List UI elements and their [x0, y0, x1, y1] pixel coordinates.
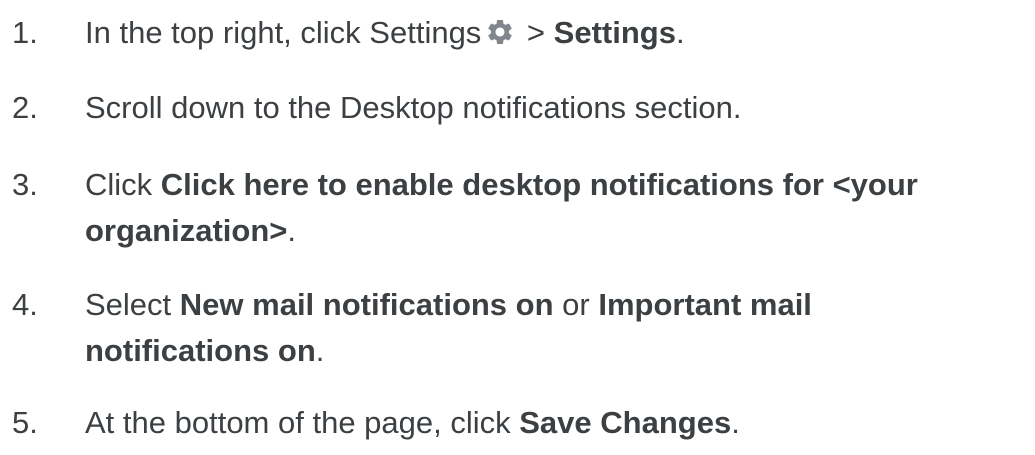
step-text-part: In the top right, click Settings: [85, 15, 482, 50]
enable-notifications-label-cont: organization>: [85, 213, 288, 248]
step-line: Select New mail notifications on or Impo…: [85, 282, 1035, 328]
settings-label: Settings: [553, 15, 676, 50]
step-line: notifications on.: [85, 328, 1035, 374]
step-number: 1.: [12, 15, 38, 50]
step-line: organization>.: [85, 208, 1035, 254]
important-mail-option-label-cont: notifications on: [85, 333, 316, 368]
step-number: 2.: [12, 90, 38, 125]
step-text: Select New mail notifications on or Impo…: [85, 282, 1035, 374]
step-text-part: Click: [85, 167, 161, 202]
step-text-part: Select: [85, 287, 180, 322]
new-mail-option-label: New mail notifications on: [179, 287, 554, 322]
step-text-part: .: [731, 405, 740, 440]
step-text-part: At the bottom of the page, click: [85, 405, 520, 440]
step-text-part: or: [553, 287, 599, 322]
save-changes-label: Save Changes: [519, 405, 732, 440]
step-number: 3.: [12, 167, 38, 202]
step-text: In the top right, click Settings > Setti…: [85, 10, 1035, 56]
step-number: 5.: [12, 405, 38, 440]
step-text-part: .: [315, 333, 325, 368]
step-text-part: .: [287, 213, 297, 248]
step-number: 4.: [12, 287, 38, 322]
step-text-part: .: [675, 15, 685, 50]
step-text: At the bottom of the page, click Save Ch…: [85, 400, 1035, 446]
enable-notifications-label: Click here to enable desktop notificatio…: [160, 167, 918, 202]
step-text-part: >: [518, 15, 554, 50]
gear-icon: [485, 14, 515, 44]
step-text: Click Click here to enable desktop notif…: [85, 162, 1035, 254]
step-text: Scroll down to the Desktop notifications…: [85, 90, 742, 125]
step-line: Click Click here to enable desktop notif…: [85, 162, 1035, 208]
important-mail-option-label: Important mail: [598, 287, 812, 322]
